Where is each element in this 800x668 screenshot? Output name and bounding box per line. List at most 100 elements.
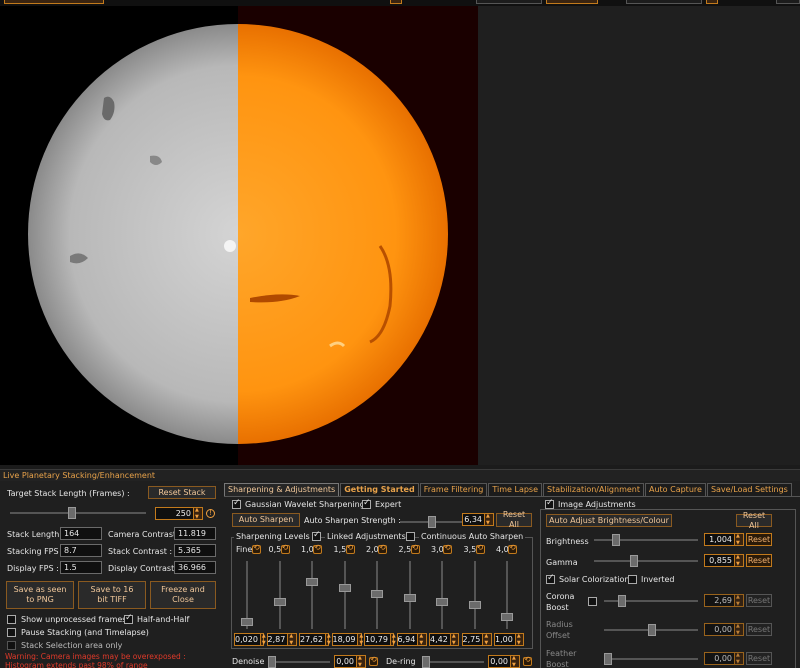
brightness-spinner[interactable]: 1,004 (704, 533, 744, 546)
level-value[interactable]: 27,62 (299, 633, 326, 646)
radius-offset-slider[interactable] (604, 624, 698, 636)
spinner-arrows-icon[interactable] (735, 623, 744, 636)
spinner-arrows-icon[interactable] (288, 633, 297, 646)
feather-boost-slider[interactable] (604, 653, 698, 665)
level-value[interactable]: 18,09 (331, 633, 359, 646)
tab-stabilization[interactable]: Stabilization/Alignment (543, 483, 644, 496)
slider-thumb[interactable] (618, 595, 626, 607)
level-value[interactable]: 1,00 (494, 633, 516, 646)
corona-boost-reset-button[interactable]: Reset (746, 594, 772, 607)
linked-adjustments-checkbox[interactable] (312, 530, 321, 541)
brightness-slider[interactable] (594, 534, 698, 546)
reset-stack-button[interactable]: Reset Stack (148, 486, 216, 499)
level-reset-icon[interactable] (410, 543, 420, 554)
feather-boost-reset-button[interactable]: Reset (746, 652, 772, 665)
slider-thumb[interactable] (604, 653, 612, 665)
spinner-arrows-icon[interactable] (357, 655, 366, 668)
image-reset-all-button[interactable]: Reset All (736, 511, 772, 530)
level-slider[interactable] (403, 561, 416, 629)
corona-boost-slider[interactable] (604, 595, 698, 607)
tab-save-load[interactable]: Save/Load Settings (706, 483, 792, 496)
level-slider[interactable] (468, 561, 481, 629)
level-reset-icon[interactable] (280, 543, 290, 554)
denoise-value[interactable]: 0,00 (334, 655, 357, 668)
spinner-arrows-icon[interactable] (390, 633, 396, 646)
level-spinner[interactable]: 10,79 (364, 633, 396, 646)
level-slider[interactable] (273, 561, 286, 629)
level-reset-icon[interactable] (443, 543, 452, 554)
gaussian-checkbox[interactable] (232, 498, 241, 509)
level-value[interactable]: 2,75 (461, 633, 484, 646)
spinner-arrows-icon[interactable] (735, 594, 744, 607)
slider-thumb[interactable] (403, 594, 416, 602)
slider-thumb[interactable] (68, 507, 76, 519)
solar-colorization-checkbox[interactable] (546, 573, 555, 584)
denoise-reset-icon[interactable] (369, 655, 378, 666)
level-slider[interactable] (501, 561, 513, 629)
tab-auto-capture[interactable]: Auto Capture (645, 483, 706, 496)
info-icon[interactable]: ! (206, 509, 215, 518)
gamma-slider[interactable] (594, 555, 698, 567)
corona-boost-value[interactable]: 2,69 (704, 594, 735, 607)
level-value[interactable]: 6,94 (396, 633, 419, 646)
sharpen-reset-all-button[interactable]: Reset All (496, 510, 532, 529)
toolbar-button-1[interactable] (4, 0, 104, 4)
denoise-spinner[interactable]: 0,00 (334, 655, 366, 668)
corona-boost-checkbox[interactable] (588, 597, 597, 606)
auto-sharpen-strength-slider[interactable] (400, 516, 462, 528)
slider-thumb[interactable] (468, 601, 481, 609)
level-slider[interactable] (241, 561, 253, 629)
radius-offset-reset-button[interactable]: Reset (746, 623, 772, 636)
slider-thumb[interactable] (268, 656, 276, 668)
tab-frame-filtering[interactable]: Frame Filtering (419, 483, 488, 496)
level-value[interactable]: 2,87 (266, 633, 289, 646)
level-reset-icon[interactable] (313, 543, 322, 554)
toolbar-field-3[interactable] (626, 0, 702, 4)
level-spinner[interactable]: 1,00 (494, 633, 524, 646)
level-spinner[interactable]: 6,94 (396, 633, 427, 646)
level-reset-icon[interactable] (508, 543, 517, 554)
slider-thumb[interactable] (612, 534, 620, 546)
toolbar-field-1[interactable] (476, 0, 542, 4)
spinner-arrows-icon[interactable] (515, 633, 524, 646)
gamma-reset-button[interactable]: Reset (746, 554, 772, 567)
level-slider[interactable] (338, 561, 351, 629)
slider-thumb[interactable] (428, 516, 436, 528)
feather-boost-spinner[interactable]: 0,00 (704, 652, 744, 665)
tab-time-lapse[interactable]: Time Lapse (488, 483, 543, 496)
level-spinner[interactable]: 2,87 (266, 633, 297, 646)
toolbar-button-3[interactable] (706, 0, 718, 4)
slider-thumb[interactable] (501, 613, 513, 621)
tab-getting-started[interactable]: Getting Started (340, 483, 419, 496)
slider-thumb[interactable] (306, 578, 318, 586)
stack-selection-checkbox[interactable] (7, 641, 16, 650)
save-tiff-button[interactable]: Save to 16 bit TIFF (78, 581, 146, 609)
auto-sharpen-button[interactable]: Auto Sharpen (232, 513, 300, 527)
slider-thumb[interactable] (648, 624, 656, 636)
gamma-spinner[interactable]: 0,855 (704, 554, 744, 567)
continuous-auto-sharpen-checkbox[interactable] (406, 532, 415, 541)
dering-reset-icon[interactable] (523, 655, 532, 666)
slider-thumb[interactable] (273, 598, 286, 606)
inverted-checkbox[interactable] (628, 575, 637, 584)
spinner-arrows-icon[interactable] (735, 533, 744, 546)
sun-image-viewport[interactable] (0, 6, 478, 465)
target-stack-spinner[interactable]: 250 (155, 507, 203, 520)
level-spinner[interactable]: 0,020 (234, 633, 266, 646)
slider-thumb[interactable] (630, 555, 638, 567)
level-reset-icon[interactable] (252, 543, 261, 554)
spinner-arrows-icon[interactable] (511, 655, 520, 668)
brightness-reset-button[interactable]: Reset (746, 533, 772, 546)
corona-boost-spinner[interactable]: 2,69 (704, 594, 744, 607)
spinner-arrows-icon[interactable] (194, 507, 203, 520)
auto-sharpen-strength-value[interactable]: 6,34 (462, 513, 485, 526)
level-spinner[interactable]: 27,62 (299, 633, 331, 646)
spinner-arrows-icon[interactable] (735, 652, 744, 665)
level-spinner[interactable]: 2,75 (461, 633, 492, 646)
spinner-arrows-icon[interactable] (325, 633, 331, 646)
spinner-arrows-icon[interactable] (358, 633, 363, 646)
toolbar-button-2[interactable] (390, 0, 402, 4)
spinner-arrows-icon[interactable] (735, 554, 744, 567)
slider-thumb[interactable] (338, 584, 351, 592)
expert-checkbox[interactable] (362, 498, 371, 509)
